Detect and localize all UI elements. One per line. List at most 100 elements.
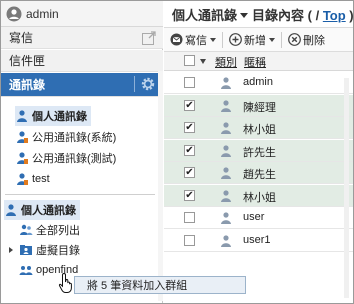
contact-person-icon [221, 189, 231, 202]
table-row[interactable]: user [164, 207, 353, 229]
hand-cursor-icon [58, 272, 72, 293]
contact-name: 陳經理 [243, 101, 276, 114]
contact-person-icon [221, 77, 231, 89]
tree-item-label: 虛擬目錄 [36, 245, 80, 257]
table-row[interactable]: ✔ 趙先生 [164, 162, 353, 184]
contact-grid: 類別 暱稱 admin ✔ 陳經理 ✔ 林小姐 ✔ 許先生 ✔ 趙先生 ✔ 林小姐 user user1 [164, 52, 353, 303]
nav-addressbook[interactable]: 通訊錄 [1, 73, 163, 97]
user-avatar-icon [6, 6, 22, 21]
gear-icon[interactable] [140, 76, 156, 92]
user-name: admin [26, 6, 59, 21]
expand-arrow-icon[interactable] [9, 247, 13, 253]
public-book-icon [17, 152, 28, 164]
select-dropdown-icon[interactable] [200, 59, 206, 64]
main-panel: 個人通訊錄 目錄內容 ( / Top ) 寫信 新增 刪除 類別 暱稱 admi… [164, 1, 354, 303]
tree-item-virtual-dir[interactable]: 虛擬目錄 [19, 241, 80, 259]
plus-icon [229, 33, 242, 46]
tree-item-all[interactable]: 全部列出 [19, 221, 80, 239]
drag-tooltip: 將 5 筆資料加入群組 [74, 276, 246, 294]
contact-person-icon [221, 99, 231, 112]
addressbook-label: 個人通訊錄 [32, 111, 87, 123]
row-checkbox[interactable]: ✔ [184, 144, 195, 156]
contact-person-icon [221, 167, 231, 179]
title-dropdown-icon[interactable] [240, 13, 249, 19]
row-checkbox[interactable]: ✔ [184, 99, 195, 111]
table-row[interactable]: ✔ 林小姐 [164, 184, 353, 207]
breadcrumb-top-link[interactable]: Top [323, 8, 346, 23]
user-bar[interactable]: admin [1, 1, 163, 27]
contact-person-icon [221, 234, 231, 247]
add-button[interactable]: 新增 [226, 30, 278, 49]
tree-item-label: 全部列出 [36, 225, 80, 237]
group-icon [19, 266, 33, 275]
left-panel: admin 寫信 信件匣 通訊錄 個人通訊錄 公用通訊錄(系統) 公用通訊錄(測… [1, 1, 163, 303]
table-row[interactable]: admin [164, 72, 353, 94]
row-checkbox[interactable] [184, 234, 195, 246]
path-close: ) [345, 7, 354, 23]
nav-compose[interactable]: 寫信 [1, 27, 163, 49]
addressbook-label: 公用通訊錄(測試) [32, 153, 117, 165]
people-icon [20, 224, 33, 235]
delete-label: 刪除 [303, 34, 325, 47]
divider [5, 194, 155, 195]
nav-mailbox-label: 信件匣 [9, 54, 46, 68]
table-row[interactable]: ✔ 陳經理 [164, 94, 353, 117]
page-title: 個人通訊錄 目錄內容 ( / Top ) [172, 5, 354, 24]
compose-label: 寫信 [185, 34, 207, 47]
envelope-icon [170, 33, 183, 46]
contact-name: 林小姐 [243, 191, 276, 204]
chevron-down-icon[interactable] [269, 37, 275, 42]
nav-mailbox[interactable]: 信件匣 [1, 50, 163, 72]
folder-people-icon [20, 245, 32, 255]
column-type[interactable]: 類別 [215, 54, 237, 70]
toolbar-separator [281, 31, 282, 48]
grid-header: 類別 暱稱 [164, 52, 353, 71]
addressbook-personal[interactable]: 個人通訊錄 [15, 106, 91, 126]
delete-icon [288, 33, 301, 46]
row-checkbox[interactable]: ✔ [184, 189, 195, 201]
table-row[interactable]: ✔ 林小姐 [164, 117, 353, 139]
chevron-down-icon[interactable] [210, 37, 216, 42]
table-row[interactable]: user1 [164, 230, 353, 252]
table-row[interactable]: ✔ 許先生 [164, 139, 353, 162]
row-checkbox[interactable]: ✔ [184, 167, 195, 178]
public-book-icon [17, 131, 28, 143]
addressbook-test[interactable]: test [15, 169, 50, 189]
contact-name: user [243, 211, 265, 223]
tree-root[interactable]: 個人通訊錄 [4, 200, 80, 220]
tree-root-label: 個人通訊錄 [21, 205, 76, 217]
title-separator: 目錄內容 [252, 7, 305, 23]
addressbook-public-system[interactable]: 公用通訊錄(系統) [15, 127, 116, 147]
row-checkbox[interactable]: ✔ [184, 122, 195, 133]
title-text: 個人通訊錄 [172, 7, 238, 23]
toolbar-separator [222, 31, 223, 48]
toolbar: 寫信 新增 刪除 [164, 27, 353, 52]
contact-person-icon [221, 144, 231, 157]
row-checkbox[interactable] [184, 212, 195, 223]
nav-separator [134, 76, 135, 92]
contact-name: user1 [243, 233, 271, 246]
delete-button[interactable]: 刪除 [285, 30, 328, 49]
column-nickname[interactable]: 暱稱 [244, 54, 266, 70]
row-checkbox[interactable] [184, 77, 195, 88]
person-book-icon [6, 204, 16, 216]
addressbook-label: test [32, 173, 50, 185]
contact-name: 許先生 [243, 146, 276, 159]
contact-person-icon [221, 122, 231, 134]
select-all-checkbox[interactable] [184, 55, 195, 66]
addressbook-label: 公用通訊錄(系統) [32, 132, 117, 144]
popout-icon[interactable] [141, 30, 157, 46]
grid-scrollbar[interactable] [344, 78, 349, 298]
nav-addressbook-label: 通訊錄 [9, 78, 46, 92]
title-bar: 個人通訊錄 目錄內容 ( / Top ) [164, 1, 354, 27]
contact-name: 林小姐 [243, 124, 276, 136]
nav-compose-label: 寫信 [9, 31, 34, 45]
contact-name: admin [243, 76, 273, 88]
public-book-icon [17, 173, 28, 185]
left-scrollbar[interactable] [158, 71, 163, 301]
person-book-icon [17, 110, 27, 122]
compose-button[interactable]: 寫信 [167, 30, 219, 49]
addressbook-public-test[interactable]: 公用通訊錄(測試) [15, 148, 116, 168]
path-open: ( / [307, 7, 323, 23]
add-label: 新增 [244, 34, 266, 47]
